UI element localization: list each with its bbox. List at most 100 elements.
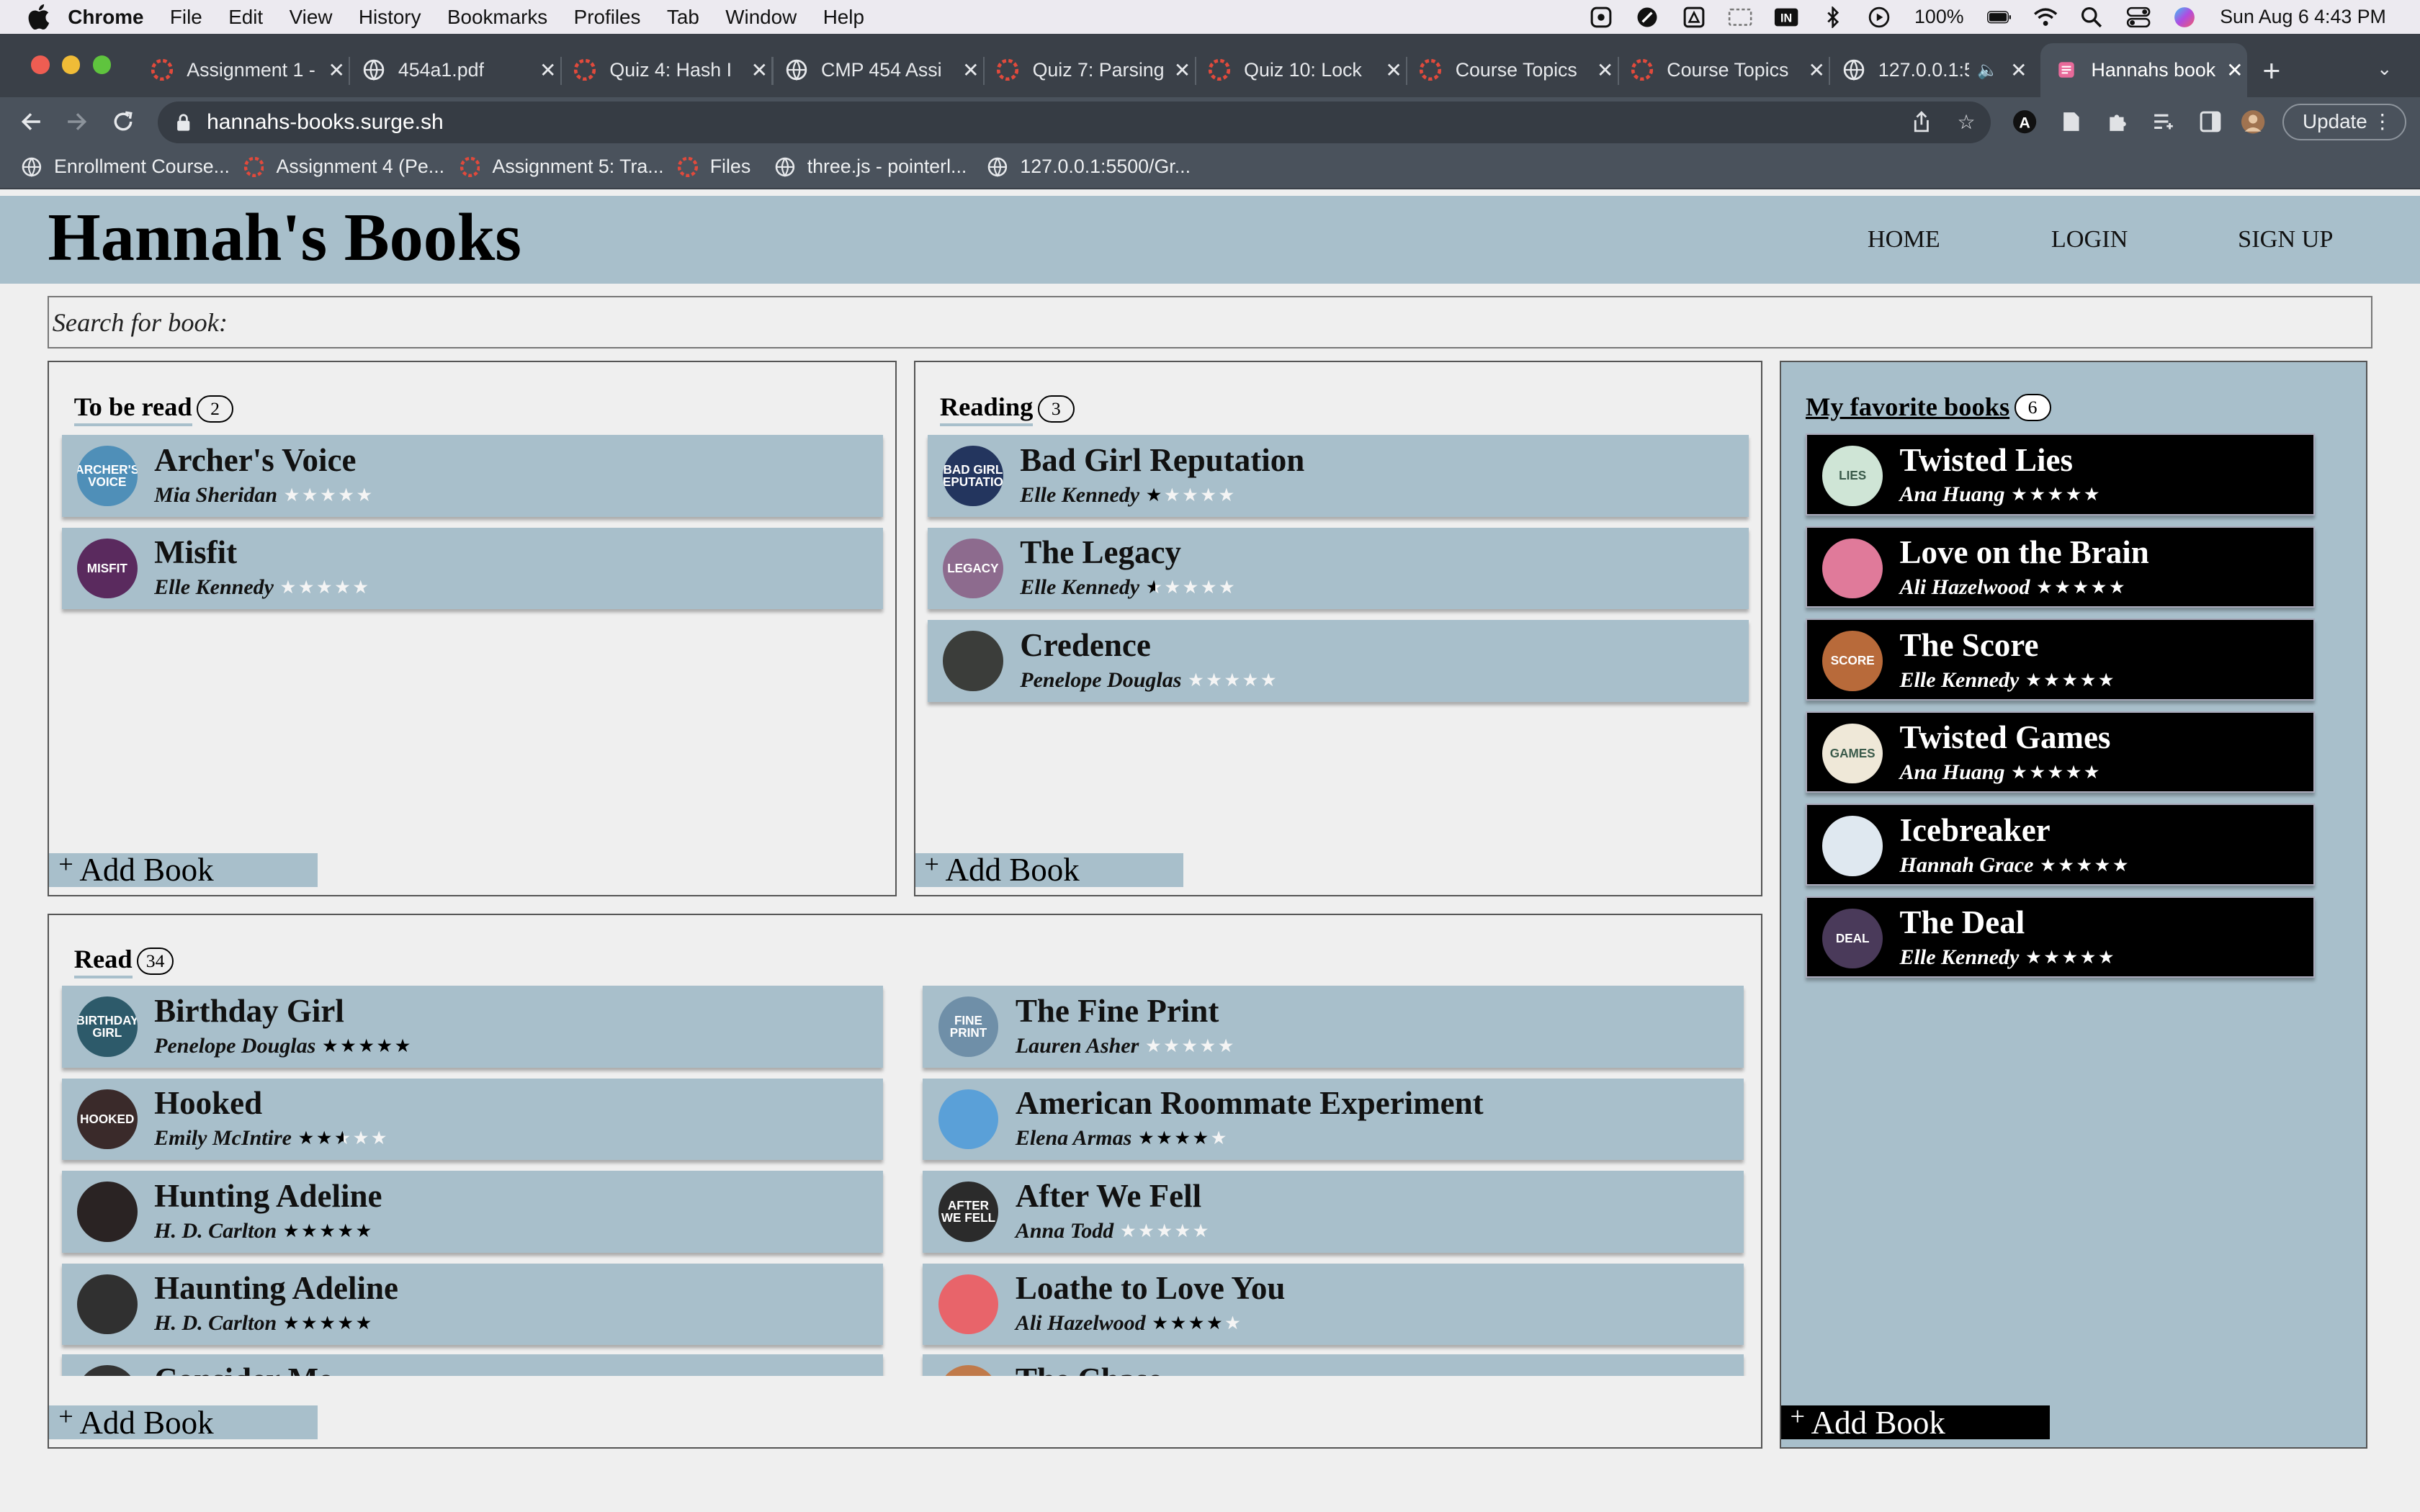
browser-tab[interactable]: Course Topics ✕ xyxy=(1619,43,1831,97)
close-window-button[interactable] xyxy=(30,55,50,74)
browser-tab[interactable]: 454a1.pdf ✕ xyxy=(350,43,562,97)
menu-history[interactable]: History xyxy=(359,6,421,29)
scroll-area[interactable]: BIRTHDAY GIRL Birthday Girl Penelope Dougl… xyxy=(49,915,1760,1377)
nav-signup-link[interactable]: SIGN UP xyxy=(2238,225,2333,253)
add-book-button[interactable]: + Add Book xyxy=(49,1402,318,1441)
star-rating[interactable]: ★★★★★ xyxy=(2011,484,2102,505)
star-rating[interactable]: ★★★★★ xyxy=(1145,1035,1236,1057)
apple-menu-icon[interactable] xyxy=(28,4,50,30)
vpn-status-icon[interactable] xyxy=(1589,6,1613,28)
book-card[interactable]: ARCHER'S VOICE Archer's Voice Mia Sheridan… xyxy=(61,435,883,517)
star-rating[interactable]: ★★★★★ xyxy=(1152,1313,1242,1334)
forward-arrow-icon[interactable] xyxy=(60,105,94,139)
book-card[interactable]: Hunting Adeline H. D. Carlton ★★★★★ xyxy=(61,1171,883,1253)
book-card[interactable]: Credence Penelope Douglas ★★★★★ xyxy=(927,620,1749,702)
close-tab-icon[interactable]: ✕ xyxy=(2007,58,2031,82)
close-tab-icon[interactable]: ✕ xyxy=(2223,58,2247,82)
book-card[interactable]: Icebreaker Hannah Grace ★★★★★ xyxy=(1805,804,2316,886)
browser-tab[interactable]: Course Topics ✕ xyxy=(1407,43,1619,97)
book-card[interactable]: GAMES Twisted Games Ana Huang ★★★★★ xyxy=(1805,711,2316,793)
close-tab-icon[interactable]: ✕ xyxy=(536,58,560,82)
profile-avatar-icon[interactable] xyxy=(2241,109,2265,134)
menu-edit[interactable]: Edit xyxy=(228,6,263,29)
menu-view[interactable]: View xyxy=(290,6,333,29)
star-rating[interactable]: ★★★★★ xyxy=(1146,485,1237,506)
menu-file[interactable]: File xyxy=(170,6,202,29)
menu-tab[interactable]: Tab xyxy=(667,6,699,29)
book-search-input[interactable] xyxy=(48,296,2372,349)
side-panel-icon[interactable] xyxy=(2197,109,2222,134)
star-rating[interactable]: ★★★★★ xyxy=(2040,855,2130,876)
close-tab-icon[interactable]: ✕ xyxy=(959,58,983,82)
menu-help[interactable]: Help xyxy=(823,6,864,29)
book-card[interactable]: Love on the Brain Ali Hazelwood ★★★★★ xyxy=(1805,526,2316,608)
more-options-icon[interactable]: ⋮ xyxy=(2372,109,2393,133)
book-card[interactable]: BAD GIRL REPUTATION Bad Girl Reputation El… xyxy=(927,435,1749,517)
tab-search-chevron-icon[interactable]: ⌄ xyxy=(2377,58,2393,80)
book-card[interactable]: MISFIT Misfit Elle Kennedy ★★★★★ xyxy=(61,527,883,610)
add-book-button[interactable]: + Add Book xyxy=(49,850,318,888)
browser-tab[interactable]: Assignment 1 - ✕ xyxy=(139,43,351,97)
update-button[interactable]: Update ⋮ xyxy=(2282,103,2406,140)
site-title[interactable]: Hannah's Books xyxy=(48,199,521,276)
battery-icon[interactable] xyxy=(1986,6,2012,28)
maximize-window-button[interactable] xyxy=(92,55,112,74)
add-book-button[interactable]: + Add Book xyxy=(1780,1402,2050,1441)
wifi-icon[interactable] xyxy=(2033,6,2058,28)
menu-profiles[interactable]: Profiles xyxy=(574,6,641,29)
bookmark-item[interactable]: 127.0.0.1:5500/Gr... xyxy=(987,156,1191,178)
address-bar[interactable]: hannahs-books.surge.sh xyxy=(157,102,1991,144)
siri-icon[interactable] xyxy=(2172,6,2197,28)
now-playing-icon[interactable] xyxy=(1867,6,1891,28)
book-card[interactable]: AFTER WE FELL After We Fell Anna Todd ★★★★★ xyxy=(923,1171,1744,1253)
close-tab-icon[interactable]: ✕ xyxy=(1170,58,1194,82)
book-card[interactable]: LEGACY The Legacy Elle Kennedy ★★★★★★ xyxy=(927,527,1749,610)
bluetooth-icon[interactable] xyxy=(1820,6,1845,28)
star-rating[interactable]: ★★★★★ xyxy=(2025,670,2116,691)
close-tab-icon[interactable]: ✕ xyxy=(324,58,349,82)
browser-tab[interactable]: Quiz 7: Parsing ✕ xyxy=(985,43,1196,97)
speaker-icon[interactable]: 🔈 xyxy=(1976,60,2000,80)
lock-icon[interactable] xyxy=(176,113,191,132)
bookmark-item[interactable]: Assignment 4 (Pe... xyxy=(243,156,444,178)
close-tab-icon[interactable]: ✕ xyxy=(747,58,771,82)
book-card-partial[interactable]: Consider Me xyxy=(61,1354,883,1377)
star-rating[interactable]: ★★★★★ xyxy=(283,1313,374,1334)
star-rating[interactable]: ★★★★★ xyxy=(1138,1128,1229,1149)
share-icon[interactable] xyxy=(1909,109,1934,134)
feather-status-icon[interactable] xyxy=(1635,6,1659,28)
book-card[interactable]: HOOKED Hooked Emily McIntire ★★★★★★ xyxy=(61,1078,883,1161)
browser-tab[interactable]: Quiz 10: Lock ✕ xyxy=(1196,43,1408,97)
bookmark-item[interactable]: Enrollment Course... xyxy=(22,156,230,178)
browser-tab-active[interactable]: Hannahs book ✕ xyxy=(2040,42,2247,97)
star-rating[interactable]: ★★★★★ xyxy=(322,1035,413,1057)
bookmark-star-icon[interactable]: ☆ xyxy=(1954,109,1978,134)
menu-window[interactable]: Window xyxy=(725,6,797,29)
document-extension-icon[interactable] xyxy=(2059,109,2084,134)
star-rating[interactable]: ★★★★★★ xyxy=(298,1128,389,1149)
book-card[interactable]: LIES Twisted Lies Ana Huang ★★★★★ xyxy=(1805,433,2316,516)
close-tab-icon[interactable]: ✕ xyxy=(1804,58,1829,82)
close-tab-icon[interactable]: ✕ xyxy=(1381,58,1406,82)
menu-app-name[interactable]: Chrome xyxy=(68,6,143,29)
browser-tab[interactable]: 127.0.0.1:5 🔈 ✕ xyxy=(1830,43,2031,97)
clock[interactable]: Sun Aug 6 4:43 PM xyxy=(2220,6,2386,28)
nav-home-link[interactable]: HOME xyxy=(1868,225,1940,253)
reload-icon[interactable] xyxy=(107,105,140,139)
book-card-partial[interactable]: The Chase xyxy=(923,1354,1744,1377)
extensions-puzzle-icon[interactable] xyxy=(2105,109,2130,134)
browser-tab[interactable]: CMP 454 Assi ✕ xyxy=(774,43,985,97)
star-rating[interactable]: ★★★★★ xyxy=(1120,1220,1211,1242)
star-rating[interactable]: ★★★★★★ xyxy=(1146,577,1237,598)
drive-status-icon[interactable] xyxy=(1682,6,1706,28)
reading-list-icon[interactable] xyxy=(2151,109,2176,134)
book-card[interactable]: BIRTHDAY GIRL Birthday Girl Penelope Dougl… xyxy=(61,986,883,1068)
input-source-icon[interactable]: IN xyxy=(1774,6,1798,28)
book-card[interactable]: Loathe to Love You Ali Hazelwood ★★★★★ xyxy=(923,1263,1744,1346)
new-tab-button[interactable]: + xyxy=(2262,54,2280,89)
book-card[interactable]: FINE PRINT The Fine Print Lauren Asher ★★★★… xyxy=(923,986,1744,1068)
star-rating[interactable]: ★★★★★ xyxy=(283,1220,374,1242)
bookmark-item[interactable]: Assignment 5: Tra... xyxy=(460,156,664,178)
spotlight-search-icon[interactable] xyxy=(2079,6,2104,28)
star-rating[interactable]: ★★★★★ xyxy=(2036,577,2127,598)
